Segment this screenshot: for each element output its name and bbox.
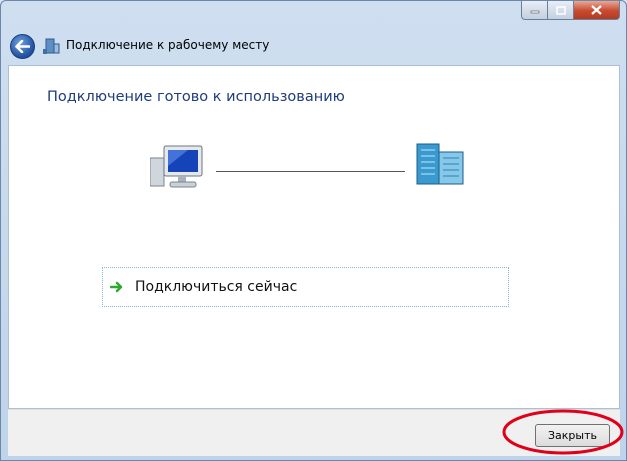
green-arrow-icon [110, 281, 123, 293]
wizard-content: Подключение готово к использованию Подкл… [8, 65, 620, 409]
back-arrow-icon [15, 40, 30, 53]
window-close-button[interactable] [574, 1, 620, 20]
close-icon [591, 5, 602, 15]
minimize-icon [530, 10, 539, 14]
network-connection-icon [43, 38, 60, 54]
window-title: Подключение к рабочему месту [66, 38, 270, 52]
wizard-window: Подключение к рабочему месту Подключение… [0, 0, 627, 461]
maximize-icon [555, 5, 566, 15]
back-button[interactable] [10, 34, 35, 59]
maximize-button[interactable] [548, 1, 574, 20]
page-heading: Подключение готово к использованию [47, 89, 345, 105]
title-bar[interactable]: Подключение к рабочему месту [1, 1, 626, 65]
caption-buttons [521, 1, 620, 21]
close-button[interactable]: Закрыть [535, 424, 610, 447]
computer-icon [150, 145, 203, 188]
connect-now-label: Подключиться сейчас [135, 279, 298, 295]
server-building-icon [416, 143, 464, 185]
connection-line [216, 171, 405, 172]
minimize-button[interactable] [521, 1, 548, 20]
button-bar: Закрыть [8, 409, 620, 456]
connect-now-button[interactable]: Подключиться сейчас [102, 267, 509, 307]
